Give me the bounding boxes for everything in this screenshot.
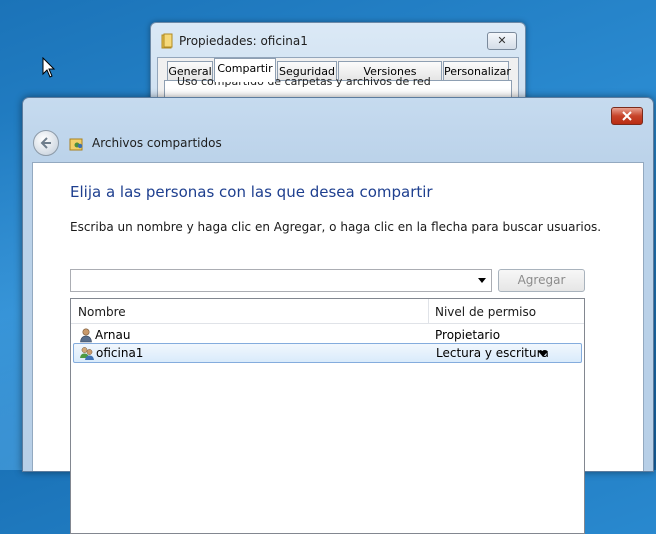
- row-name: oficina1: [96, 346, 144, 360]
- list-row-oficina1[interactable]: oficina1 Lectura y escritura: [73, 343, 582, 363]
- dropdown-arrow-icon[interactable]: [478, 278, 486, 283]
- list-row-arnau[interactable]: Arnau Propietario: [73, 326, 582, 344]
- close-icon: [622, 111, 632, 121]
- user-icon: [80, 328, 92, 343]
- tab-compartir[interactable]: Compartir: [214, 58, 276, 82]
- row-name: Arnau: [95, 328, 131, 342]
- back-arrow-icon: [40, 137, 51, 149]
- user-name-input[interactable]: [73, 271, 473, 290]
- tab-personalizar[interactable]: Personalizar: [443, 61, 511, 81]
- row-permission[interactable]: Lectura y escritura: [436, 346, 549, 360]
- folder-icon: [161, 33, 173, 49]
- column-header-permission[interactable]: Nivel de permiso: [435, 305, 536, 319]
- close-button[interactable]: [611, 107, 643, 125]
- wizard-title: Archivos compartidos: [92, 136, 222, 150]
- row-permission: Propietario: [435, 328, 501, 342]
- share-wizard-window[interactable]: Archivos compartidos Elija a las persona…: [22, 97, 654, 534]
- wizard-content: Elija a las personas con las que desea c…: [32, 162, 644, 534]
- user-combobox[interactable]: [70, 269, 492, 292]
- permission-dropdown-arrow-icon[interactable]: [538, 351, 548, 357]
- column-header-name[interactable]: Nombre: [78, 305, 126, 319]
- shared-files-icon: [69, 138, 83, 151]
- page-heading: Elija a las personas con las que desea c…: [70, 183, 433, 201]
- sharing-list[interactable]: Nombre Nivel de permiso Arnau Propietari…: [70, 298, 585, 534]
- group-icon: [80, 347, 94, 360]
- mouse-cursor-icon: [42, 57, 56, 78]
- back-button[interactable]: [33, 130, 59, 156]
- column-divider[interactable]: [428, 299, 429, 323]
- add-button[interactable]: Agregar: [498, 269, 585, 292]
- instruction-text: Escriba un nombre y haga clic en Agregar…: [70, 220, 602, 234]
- properties-window-title: Propiedades: oficina1: [179, 34, 308, 48]
- list-header: Nombre Nivel de permiso: [71, 299, 584, 324]
- properties-close-button[interactable]: ✕: [487, 32, 517, 50]
